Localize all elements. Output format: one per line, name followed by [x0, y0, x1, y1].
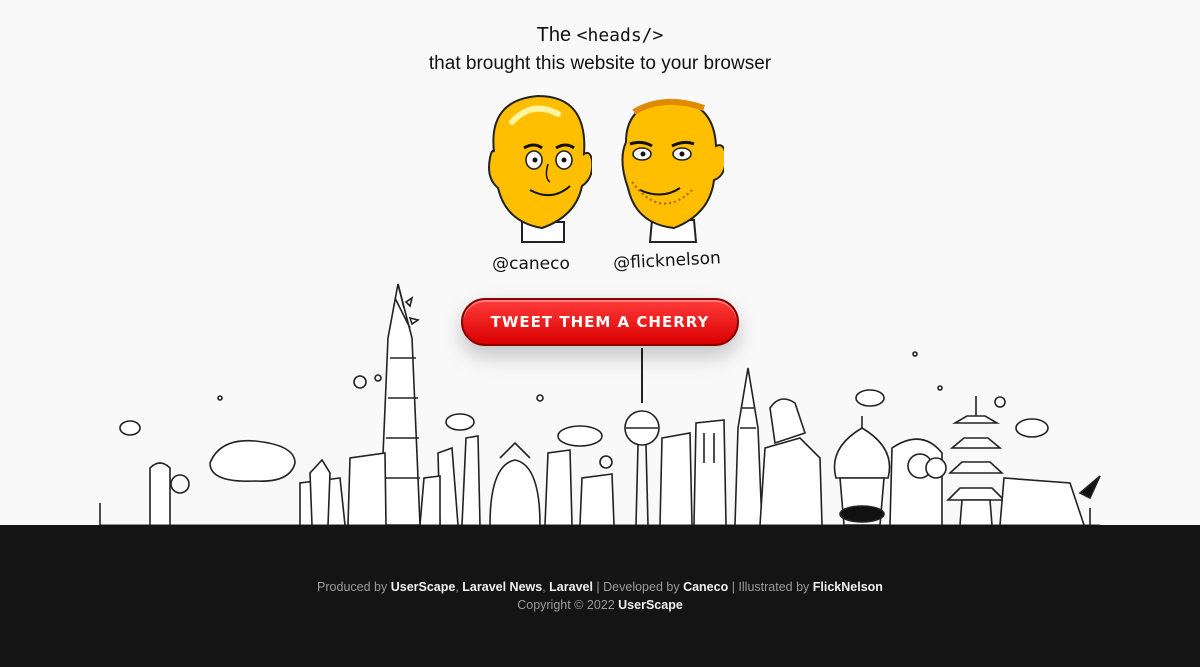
site-footer: Produced by UserScape, Laravel News, Lar…: [0, 525, 1200, 667]
hero-section: The <heads/> that brought this website t…: [0, 0, 1200, 525]
caneco-handle[interactable]: @caneco: [466, 254, 596, 274]
title-code: <heads/>: [576, 25, 664, 46]
hero-title: The <heads/>: [0, 24, 1200, 47]
illustrated-by-label: | Illustrated by: [728, 580, 813, 594]
flicknelson-avatar: [621, 98, 724, 243]
produced-by-label: Produced by: [317, 580, 391, 594]
tweet-cherry-button[interactable]: TWEET THEM A CHERRY: [461, 298, 739, 346]
footer-link-caneco[interactable]: Caneco: [683, 580, 728, 594]
hero-subtitle: that brought this website to your browse…: [428, 53, 772, 74]
developed-by-label: | Developed by: [592, 580, 684, 594]
footer-link-userscape-copyright[interactable]: UserScape: [618, 598, 683, 612]
caneco-avatar: [488, 94, 592, 243]
footer-copyright: Copyright © 2022 UserScape: [0, 598, 1200, 612]
footer-link-userscape[interactable]: UserScape: [391, 580, 456, 594]
copyright-label: Copyright © 2022: [517, 598, 619, 612]
footer-link-flicknelson[interactable]: FlickNelson: [813, 580, 883, 594]
footer-link-laravel-news[interactable]: Laravel News: [462, 580, 542, 594]
footer-link-laravel[interactable]: Laravel: [549, 580, 593, 594]
title-prefix: The: [536, 24, 577, 46]
footer-credits-line: Produced by UserScape, Laravel News, Lar…: [317, 580, 883, 594]
